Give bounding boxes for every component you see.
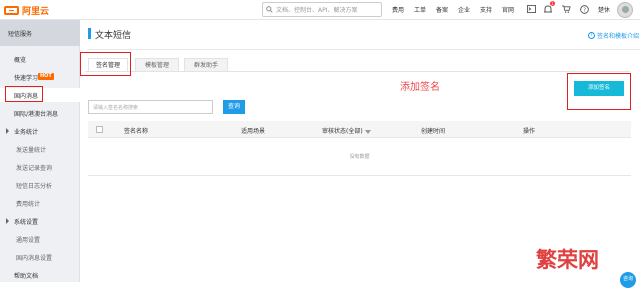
help-link-label: 签名和模板介绍 <box>597 33 640 40</box>
aliyun-logo[interactable]: 阿里云 <box>4 4 50 17</box>
watermark: 繁荣网 <box>536 247 599 272</box>
hot-badge: HOT <box>38 73 54 80</box>
sidebar: 短信服务 概览 快速学习 HOT 国内消息 国际/港澳台消息 业务统计 发送量统计… <box>0 20 80 282</box>
title-accent-bar <box>88 28 91 39</box>
select-all-checkbox[interactable] <box>96 126 103 133</box>
table-empty-state: 没有数据 <box>88 138 631 176</box>
sidebar-item-international-messages[interactable]: 国际/港澳台消息 <box>0 106 80 120</box>
logo-text: 阿里云 <box>22 6 50 17</box>
help-icon[interactable]: ? <box>579 4 589 14</box>
logo-mark-icon <box>4 5 19 15</box>
question-icon: ? <box>588 32 595 39</box>
sidebar-item-quick-learn[interactable]: 快速学习 HOT <box>0 70 80 84</box>
tab-bulk-send-assistant[interactable]: 群发助手 <box>184 58 228 72</box>
column-signature-name: 签名名称 <box>124 128 149 135</box>
query-button[interactable]: 查询 <box>223 100 245 114</box>
sidebar-item-send-records[interactable]: 发送记录查询 <box>0 160 80 174</box>
sidebar-item-general-settings[interactable]: 通用设置 <box>0 232 80 246</box>
avatar[interactable] <box>617 2 633 18</box>
empty-text: 没有数据 <box>349 154 370 160</box>
nav-tickets[interactable]: 工单 <box>414 5 426 14</box>
global-search-input[interactable]: 文档、控制台、API、解决方案 <box>262 2 382 17</box>
sidebar-header: 短信服务 <box>0 20 80 46</box>
sidebar-item-send-volume[interactable]: 发送量统计 <box>0 142 80 156</box>
tabs-underline <box>85 71 630 72</box>
user-name[interactable]: 楚休 <box>598 5 610 14</box>
nav-official-site[interactable]: 官网 <box>502 5 514 14</box>
table-header: 签名名称 适用场景 审核状态(全部) 创建时间 操作 <box>88 121 631 138</box>
sidebar-item-overview[interactable]: 概览 <box>0 52 80 66</box>
terminal-icon[interactable] <box>526 4 536 14</box>
tab-template-management[interactable]: 模板管理 <box>135 58 179 72</box>
search-icon <box>266 6 273 13</box>
highlight-box-domestic-messages <box>5 86 43 102</box>
nav-enterprise[interactable]: 企业 <box>458 5 470 14</box>
caret-right-icon <box>6 128 9 134</box>
column-actions: 操作 <box>523 128 536 135</box>
nav-billing[interactable]: 费用 <box>392 5 404 14</box>
chat-consult-button[interactable]: 咨询 <box>620 272 636 288</box>
bell-icon[interactable]: 1 <box>543 1 555 14</box>
page-title: 文本短信 <box>95 31 132 41</box>
column-created-time: 创建时间 <box>421 128 446 135</box>
sidebar-item-log-analysis[interactable]: 短信日志分析 <box>0 178 80 192</box>
nav-filing[interactable]: 备案 <box>436 5 448 14</box>
main-content: 文本短信 ? 签名和模板介绍 签名管理 模板管理 群发助手 添加签名 请输入签名… <box>80 20 640 282</box>
column-review-status[interactable]: 审核状态(全部) <box>322 126 371 135</box>
svg-text:?: ? <box>583 7 586 13</box>
nav-support[interactable]: 支持 <box>480 5 492 14</box>
sidebar-group-settings[interactable]: 系统设置 <box>0 214 80 228</box>
cart-icon[interactable] <box>561 4 571 14</box>
search-placeholder: 文档、控制台、API、解决方案 <box>276 7 358 14</box>
signature-search-input[interactable]: 请输入签名名称搜索 <box>88 100 213 114</box>
caret-right-icon <box>6 218 9 224</box>
sidebar-item-help-docs[interactable]: 帮助文档 <box>0 268 80 282</box>
filter-icon[interactable] <box>364 129 371 134</box>
annotation-add-signature: 添加签名 <box>400 82 440 93</box>
add-signature-button[interactable]: 添加签名 <box>574 81 624 96</box>
header-divider <box>88 49 640 50</box>
sidebar-item-cost-statistics[interactable]: 费用统计 <box>0 196 80 210</box>
column-scenario: 适用场景 <box>241 128 266 135</box>
signature-search-placeholder: 请输入签名名称搜索 <box>93 105 139 111</box>
notification-count-badge: 1 <box>550 1 555 6</box>
sidebar-group-statistics[interactable]: 业务统计 <box>0 124 80 138</box>
help-link[interactable]: ? 签名和模板介绍 <box>588 31 639 40</box>
sidebar-title: 短信服务 <box>8 31 33 38</box>
top-navigation-bar: 阿里云 文档、控制台、API、解决方案 费用 工单 备案 企业 支持 官网 1 … <box>0 0 640 20</box>
highlight-box-signature-tab <box>80 52 131 76</box>
sidebar-item-domestic-settings[interactable]: 国内消息设置 <box>0 250 80 264</box>
